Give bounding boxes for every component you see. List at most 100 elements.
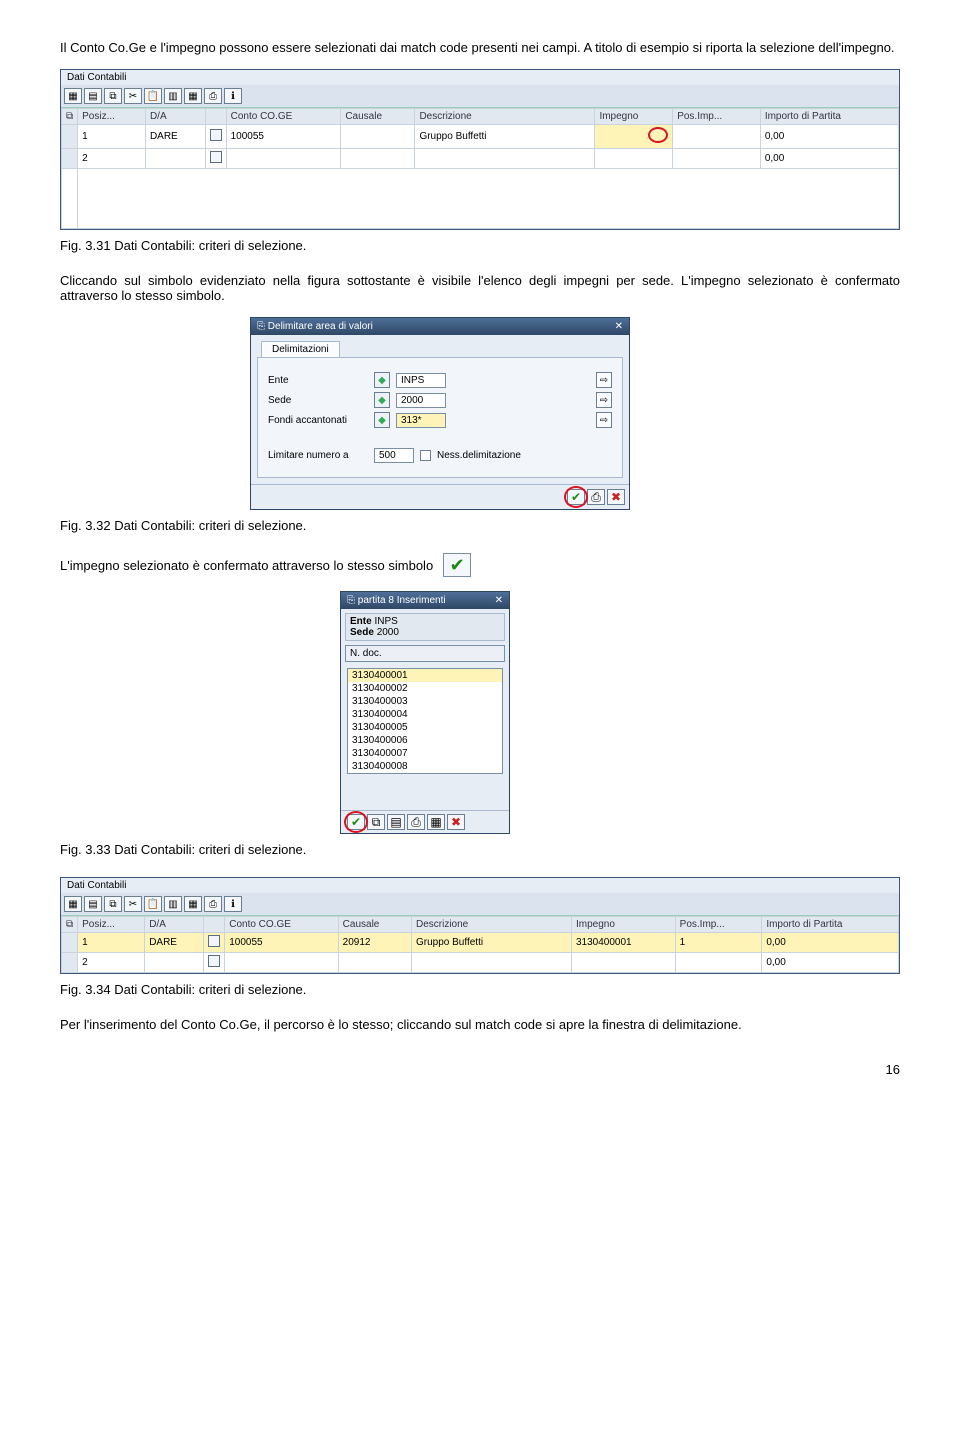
sede-input[interactable]: [396, 393, 446, 408]
col-header[interactable]: Posiz...: [78, 109, 146, 125]
toolbar-btn[interactable]: ℹ: [224, 896, 242, 912]
fondi-input[interactable]: [396, 413, 446, 428]
cell: 20912: [338, 933, 411, 953]
toolbar-btn[interactable]: ℹ: [224, 88, 242, 104]
toolbar-btn[interactable]: ▤: [387, 814, 405, 830]
toolbar-btn[interactable]: ▦: [64, 88, 82, 104]
multi-select-icon[interactable]: ⇨: [596, 412, 612, 428]
close-icon[interactable]: ✕: [495, 595, 503, 606]
table-row[interactable]: 2 0,00: [62, 953, 899, 973]
cancel-button[interactable]: ✖: [447, 814, 465, 830]
toolbar-btn[interactable]: ⧉: [104, 88, 122, 104]
dialog-title: Delimitare area di valori: [268, 321, 373, 332]
toolbar-btn[interactable]: ▥: [164, 896, 182, 912]
toolbar-btn[interactable]: ⎙: [407, 814, 425, 830]
toolbar-btn[interactable]: ▥: [164, 88, 182, 104]
cell: Gruppo Buffetti: [415, 125, 595, 149]
selection-option-icon[interactable]: ◆: [374, 372, 390, 388]
toolbar-btn[interactable]: ⧉: [367, 814, 385, 830]
tab-delimitazioni[interactable]: Delimitazioni: [261, 341, 340, 357]
cell: 2: [78, 149, 146, 169]
selection-option-icon[interactable]: ◆: [374, 412, 390, 428]
col-header[interactable]: D/A: [145, 917, 204, 933]
column-header[interactable]: N. doc.: [345, 645, 505, 662]
cell: 2: [78, 953, 145, 973]
table-row[interactable]: 1 DARE 100055 20912 Gruppo Buffetti 3130…: [62, 933, 899, 953]
field-label: Ente: [268, 375, 368, 386]
col-header[interactable]: Descrizione: [411, 917, 571, 933]
col-header[interactable]: Pos.Imp...: [675, 917, 762, 933]
match-code-icon[interactable]: [208, 955, 220, 967]
sap-toolbar: ▦ ▤ ⧉ ✂ 📋 ▥ ▦ ⎙ ℹ: [61, 85, 899, 108]
col-header[interactable]: Importo di Partita: [762, 917, 899, 933]
impegno-cell-highlighted[interactable]: [595, 125, 673, 149]
field-label: Sede: [268, 395, 368, 406]
list-item[interactable]: 3130400004: [348, 708, 502, 721]
list-item[interactable]: 3130400001: [348, 669, 502, 682]
list-item[interactable]: 3130400008: [348, 760, 502, 773]
toolbar-btn[interactable]: ▤: [84, 88, 102, 104]
col-header[interactable]: D/A: [145, 109, 205, 125]
sap-dialog-delimit: ⎘ Delimitare area di valori ✕ Delimitazi…: [250, 317, 630, 510]
helper-button[interactable]: ⎙: [587, 489, 605, 505]
toolbar-btn[interactable]: ⎙: [204, 896, 222, 912]
toolbar-btn[interactable]: ▤: [84, 896, 102, 912]
col-header[interactable]: Descrizione: [415, 109, 595, 125]
multi-select-icon[interactable]: ⇨: [596, 372, 612, 388]
grid: ⧉ Posiz... D/A Conto CO.GE Causale Descr…: [61, 916, 899, 973]
list-item[interactable]: 3130400003: [348, 695, 502, 708]
toolbar-btn[interactable]: ▦: [427, 814, 445, 830]
sap-panel-fig1: Dati Contabili ▦ ▤ ⧉ ✂ 📋 ▥ ▦ ⎙ ℹ ⧉ Posiz…: [60, 69, 900, 230]
multi-select-icon[interactable]: ⇨: [596, 392, 612, 408]
toolbar-btn[interactable]: ▦: [64, 896, 82, 912]
match-code-circled-icon[interactable]: [648, 127, 668, 143]
close-icon[interactable]: ✕: [615, 321, 623, 332]
col-header[interactable]: Posiz...: [78, 917, 145, 933]
toolbar-btn[interactable]: 📋: [144, 88, 162, 104]
toolbar-btn[interactable]: ⧉: [104, 896, 122, 912]
selection-option-icon[interactable]: ◆: [374, 392, 390, 408]
list-item[interactable]: 3130400005: [348, 721, 502, 734]
toolbar-btn[interactable]: ✂: [124, 88, 142, 104]
cell: 100055: [225, 933, 338, 953]
toolbar-btn[interactable]: 📋: [144, 896, 162, 912]
limit-input[interactable]: [374, 448, 414, 463]
match-code-icon[interactable]: [204, 933, 225, 953]
match-code-icon[interactable]: [205, 149, 226, 169]
field-row-ente: Ente ◆ ⇨: [268, 372, 612, 388]
table-row[interactable]: 2 0,00: [62, 149, 899, 169]
list-item[interactable]: 3130400002: [348, 682, 502, 695]
ente-input[interactable]: [396, 373, 446, 388]
col-header[interactable]: Impegno: [571, 917, 675, 933]
list: 3130400001 3130400002 3130400003 3130400…: [347, 668, 503, 774]
toolbar-btn[interactable]: ▦: [184, 896, 202, 912]
col-header[interactable]: Causale: [338, 917, 411, 933]
cell: 0,00: [762, 953, 899, 973]
col-header[interactable]: Importo di Partita: [760, 109, 898, 125]
toolbar-btn[interactable]: ✂: [124, 896, 142, 912]
sap-panel-fig4: Dati Contabili ▦ ▤ ⧉ ✂ 📋 ▥ ▦ ⎙ ℹ ⧉ Posiz…: [60, 877, 900, 974]
cancel-button[interactable]: ✖: [607, 489, 625, 505]
toolbar-btn[interactable]: ▦: [184, 88, 202, 104]
paragraph: L'impegno selezionato è confermato attra…: [60, 558, 433, 573]
col-header[interactable]: Causale: [341, 109, 415, 125]
col-header[interactable]: Conto CO.GE: [225, 917, 338, 933]
header-row: Ente INPS: [350, 616, 500, 627]
caption-fig2: Fig. 3.32 Dati Contabili: criteri di sel…: [60, 518, 900, 533]
col-select[interactable]: ⧉: [62, 917, 78, 933]
list-item[interactable]: 3130400006: [348, 734, 502, 747]
col-header[interactable]: [205, 109, 226, 125]
field-label: Limitare numero a: [268, 450, 368, 461]
match-code-icon[interactable]: [205, 125, 226, 149]
col-header[interactable]: Conto CO.GE: [226, 109, 341, 125]
col-header[interactable]: Pos.Imp...: [673, 109, 761, 125]
table-row[interactable]: 1 DARE 100055 Gruppo Buffetti 0,00: [62, 125, 899, 149]
col-header[interactable]: Impegno: [595, 109, 673, 125]
col-select[interactable]: ⧉: [62, 109, 78, 125]
toolbar-btn[interactable]: ⎙: [204, 88, 222, 104]
list-item[interactable]: 3130400007: [348, 747, 502, 760]
no-limit-checkbox[interactable]: [420, 450, 431, 461]
cell: Gruppo Buffetti: [411, 933, 571, 953]
panel-title: Dati Contabili: [61, 70, 899, 85]
field-row-fondi: Fondi accantonati ◆ ⇨: [268, 412, 612, 428]
